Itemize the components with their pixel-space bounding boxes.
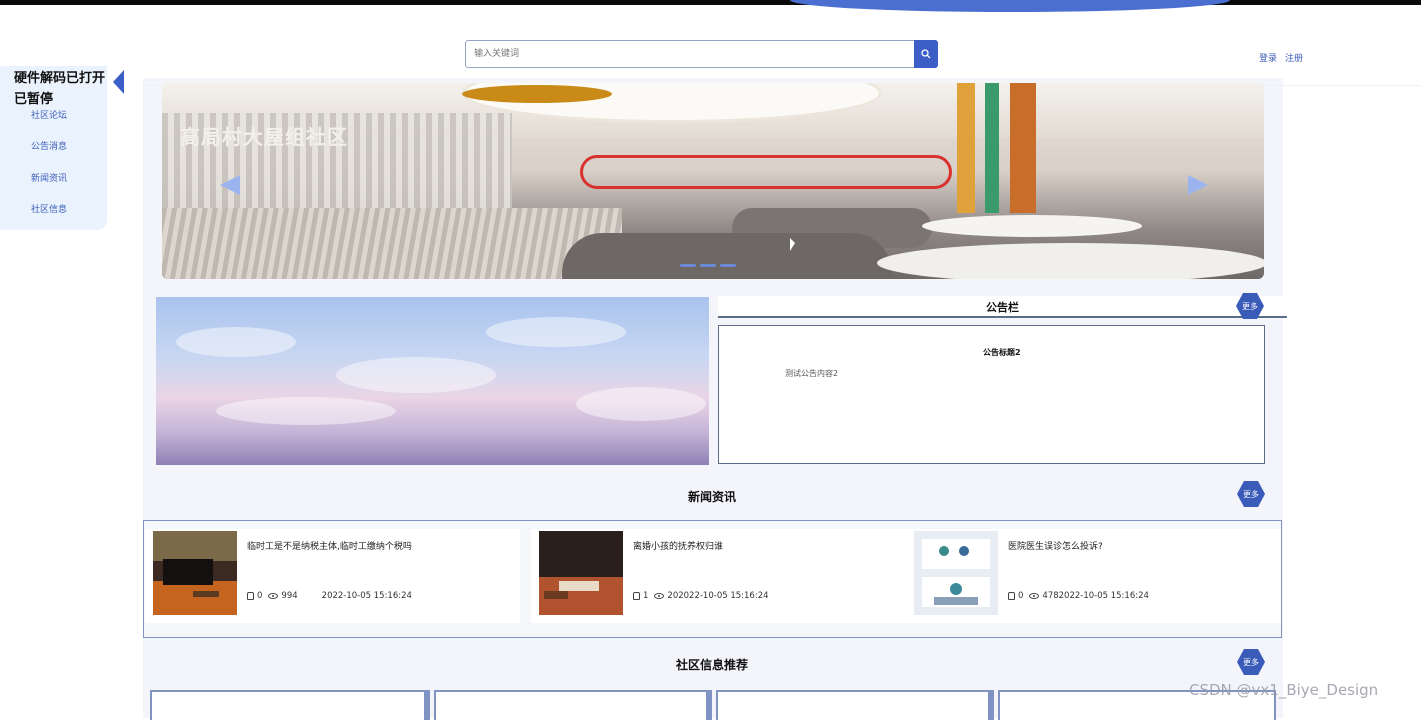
community-list bbox=[148, 690, 1278, 720]
news-section-title: 新闻资讯 bbox=[688, 490, 737, 504]
like-icon[interactable] bbox=[633, 592, 640, 600]
overlay-line-1: 硬件解码已打开 bbox=[14, 71, 106, 86]
view-count: 994 bbox=[281, 591, 298, 601]
search-bar bbox=[465, 40, 938, 68]
overlay-line-2: 已暂停 bbox=[14, 92, 54, 107]
auth-links: 登录 注册 bbox=[1259, 51, 1311, 64]
sidebar-toggle-arrow-icon[interactable] bbox=[113, 70, 124, 94]
view-count-date: 202022-10-05 15:16:24 bbox=[667, 591, 769, 601]
news-title[interactable]: 医院医生误诊怎么投诉? bbox=[1008, 539, 1103, 552]
notice-header: 公告栏 bbox=[718, 296, 1287, 318]
login-link[interactable]: 登录 bbox=[1259, 54, 1277, 64]
news-meta: 0 4782022-10-05 15:16:24 bbox=[1008, 591, 1149, 601]
notice-item-title[interactable]: 公告标题2 bbox=[983, 347, 1021, 358]
search-icon bbox=[921, 49, 931, 59]
banner-wall-text: 高局村大屋组社区 bbox=[180, 125, 348, 149]
card-divider bbox=[706, 690, 712, 720]
carousel-indicators[interactable] bbox=[680, 264, 736, 267]
notice-item-body: 测试公告内容2 bbox=[785, 369, 839, 378]
search-input[interactable] bbox=[465, 40, 915, 68]
card-divider bbox=[988, 690, 994, 720]
card-divider bbox=[424, 690, 430, 720]
like-icon[interactable] bbox=[1008, 592, 1015, 600]
banner-carousel[interactable]: 高局村大屋组社区 bbox=[162, 83, 1264, 279]
sky-image bbox=[156, 297, 709, 465]
banner-desk bbox=[162, 208, 622, 279]
like-count: 0 bbox=[257, 591, 263, 601]
banner-pillar bbox=[985, 83, 999, 213]
banner-table bbox=[922, 215, 1142, 237]
video-overlay-text: 硬件解码已打开 已暂停 bbox=[14, 68, 105, 110]
news-meta: 1 202022-10-05 15:16:24 bbox=[633, 591, 769, 601]
news-title[interactable]: 临时工是不是纳税主体,临时工缴纳个税吗 bbox=[247, 539, 412, 552]
news-meta: 0 994 2022-10-05 15:16:24 bbox=[247, 591, 412, 601]
banner-table bbox=[877, 243, 1264, 279]
news-card[interactable]: 临时工是不是纳税主体,临时工缴纳个税吗 0 994 2022-10-05 15:… bbox=[145, 529, 520, 623]
view-icon bbox=[268, 593, 279, 599]
carousel-prev-icon[interactable] bbox=[220, 175, 240, 195]
search-button[interactable] bbox=[914, 40, 938, 68]
register-link[interactable]: 注册 bbox=[1285, 54, 1303, 64]
view-icon bbox=[1029, 593, 1040, 599]
news-list: 临时工是不是纳税主体,临时工缴纳个税吗 0 994 2022-10-05 15:… bbox=[143, 520, 1282, 638]
like-count: 1 bbox=[643, 591, 649, 601]
notice-box: 公告标题2 测试公告内容2 bbox=[718, 325, 1265, 464]
carousel-next-icon[interactable] bbox=[1188, 175, 1208, 195]
banner-red-sign bbox=[580, 155, 952, 189]
community-card[interactable] bbox=[150, 690, 430, 720]
sidebar-item-community[interactable]: 社区信息 bbox=[31, 202, 67, 215]
banner-pillar bbox=[1010, 83, 1036, 213]
like-count: 0 bbox=[1018, 591, 1024, 601]
watermark: CSDN @vx1_Biye_Design bbox=[1189, 681, 1379, 699]
mouse-cursor-icon bbox=[790, 238, 795, 251]
notice-title: 公告栏 bbox=[986, 301, 1019, 314]
sidebar-item-notice[interactable]: 公告消息 bbox=[31, 139, 67, 152]
sidebar-item-news[interactable]: 新闻资讯 bbox=[31, 171, 67, 184]
community-card[interactable] bbox=[434, 690, 712, 720]
view-count-date: 4782022-10-05 15:16:24 bbox=[1042, 591, 1149, 601]
community-card[interactable] bbox=[716, 690, 994, 720]
like-icon[interactable] bbox=[247, 592, 254, 600]
news-date: 2022-10-05 15:16:24 bbox=[321, 591, 412, 601]
news-card[interactable]: 离婚小孩的抚养权归谁 1 202022-10-05 15:16:24 bbox=[531, 529, 906, 623]
banner-pillar bbox=[957, 83, 975, 213]
news-thumbnail bbox=[153, 531, 237, 615]
banner-chair bbox=[562, 233, 892, 279]
community-section-title: 社区信息推荐 bbox=[676, 658, 749, 672]
decorative-arc bbox=[790, 0, 1230, 12]
news-card[interactable]: 医院医生误诊怎么投诉? 0 4782022-10-05 15:16:24 bbox=[906, 529, 1281, 623]
news-thumbnail bbox=[914, 531, 998, 615]
banner-logo bbox=[462, 85, 612, 103]
news-thumbnail bbox=[539, 531, 623, 615]
view-icon bbox=[654, 593, 665, 599]
news-title[interactable]: 离婚小孩的抚养权归谁 bbox=[633, 539, 723, 552]
